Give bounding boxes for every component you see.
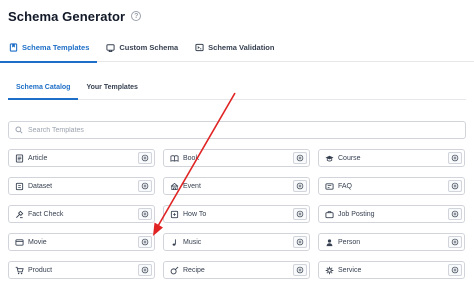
plus-circle-icon (296, 210, 304, 218)
product-icon (14, 265, 24, 275)
add-button[interactable] (293, 208, 307, 220)
plus-circle-icon (141, 182, 149, 190)
template-card-recipe[interactable]: Recipe (163, 261, 310, 279)
add-button[interactable] (293, 180, 307, 192)
template-label: Event (183, 182, 201, 190)
template-grid: Article Book Course Dataset Event FAQ Fa… (8, 149, 466, 279)
plus-circle-icon (451, 238, 459, 246)
person-icon (324, 237, 334, 247)
tab-schema-validation[interactable]: Schema Validation (186, 32, 282, 62)
plus-circle-icon (296, 238, 304, 246)
add-button[interactable] (138, 236, 152, 248)
template-card-music[interactable]: Music (163, 233, 310, 251)
header: Schema Generator ? (0, 0, 474, 32)
add-button[interactable] (293, 152, 307, 164)
dataset-icon (14, 181, 24, 191)
help-icon[interactable]: ? (131, 11, 142, 21)
template-label: How To (183, 210, 207, 218)
tab-custom-schema[interactable]: Custom Schema (97, 32, 186, 62)
template-label: Article (28, 154, 48, 162)
template-label: Person (338, 238, 361, 246)
add-button[interactable] (448, 152, 462, 164)
add-button[interactable] (448, 236, 462, 248)
plus-circle-icon (296, 266, 304, 274)
template-card-article[interactable]: Article (8, 149, 155, 167)
page-title: Schema Generator (8, 8, 126, 24)
add-button[interactable] (448, 264, 462, 276)
template-label: Book (183, 154, 199, 162)
add-button[interactable] (138, 180, 152, 192)
main-tabs: Schema Templates Custom Schema Schema Va… (0, 32, 474, 63)
tab-your-templates[interactable]: Your Templates (78, 75, 145, 99)
course-icon (324, 153, 334, 163)
plus-circle-icon (451, 266, 459, 274)
template-label: Recipe (183, 266, 205, 274)
add-button[interactable] (138, 208, 152, 220)
tab-label: Custom Schema (119, 42, 179, 52)
article-icon (14, 153, 24, 163)
plus-circle-icon (296, 182, 304, 190)
template-label: Job Posting (338, 210, 375, 218)
tab-schema-templates[interactable]: Schema Templates (0, 32, 98, 63)
add-button[interactable] (138, 152, 152, 164)
music-icon (169, 237, 179, 247)
add-button[interactable] (293, 264, 307, 276)
template-card-job-posting[interactable]: Job Posting (318, 205, 465, 223)
service-icon (324, 265, 334, 275)
terminal-icon (194, 42, 204, 52)
template-label: Service (338, 266, 362, 274)
job-posting-icon (324, 209, 334, 219)
search-input[interactable] (28, 126, 448, 134)
movie-icon (14, 237, 24, 247)
template-card-book[interactable]: Book (163, 149, 310, 167)
template-label: Music (183, 238, 202, 246)
template-card-fact-check[interactable]: Fact Check (8, 205, 155, 223)
plus-circle-icon (141, 210, 149, 218)
sub-tabs: Schema Catalog Your Templates (8, 75, 466, 100)
plus-circle-icon (451, 210, 459, 218)
template-card-movie[interactable]: Movie (8, 233, 155, 251)
plus-circle-icon (296, 154, 304, 162)
tab-label: Schema Validation (208, 42, 275, 52)
add-button[interactable] (293, 236, 307, 248)
template-card-product[interactable]: Product (8, 261, 155, 279)
add-button[interactable] (448, 208, 462, 220)
plus-circle-icon (141, 154, 149, 162)
tab-label: Schema Templates (22, 42, 90, 52)
template-label: FAQ (338, 182, 353, 190)
template-label: Product (28, 266, 53, 274)
faq-icon (324, 181, 334, 191)
template-label: Movie (28, 238, 47, 246)
book-icon (169, 153, 179, 163)
code-icon (105, 42, 115, 52)
template-label: Course (338, 154, 361, 162)
template-card-event[interactable]: Event (163, 177, 310, 195)
template-card-faq[interactable]: FAQ (318, 177, 465, 195)
recipe-icon (169, 265, 179, 275)
template-label: Fact Check (28, 210, 64, 218)
template-card-service[interactable]: Service (318, 261, 465, 279)
plus-circle-icon (451, 154, 459, 162)
plus-circle-icon (141, 238, 149, 246)
search-icon (15, 121, 23, 139)
tab-schema-catalog[interactable]: Schema Catalog (8, 75, 79, 100)
template-card-course[interactable]: Course (318, 149, 465, 167)
plus-circle-icon (141, 266, 149, 274)
template-card-person[interactable]: Person (318, 233, 465, 251)
template-label: Dataset (28, 182, 53, 190)
add-button[interactable] (448, 180, 462, 192)
plus-circle-icon (451, 182, 459, 190)
event-icon (169, 181, 179, 191)
bookmark-icon (8, 42, 18, 52)
search-box (8, 121, 466, 139)
template-card-how-to[interactable]: How To (163, 205, 310, 223)
fact-check-icon (14, 209, 24, 219)
how-to-icon (169, 209, 179, 219)
add-button[interactable] (138, 264, 152, 276)
template-card-dataset[interactable]: Dataset (8, 177, 155, 195)
